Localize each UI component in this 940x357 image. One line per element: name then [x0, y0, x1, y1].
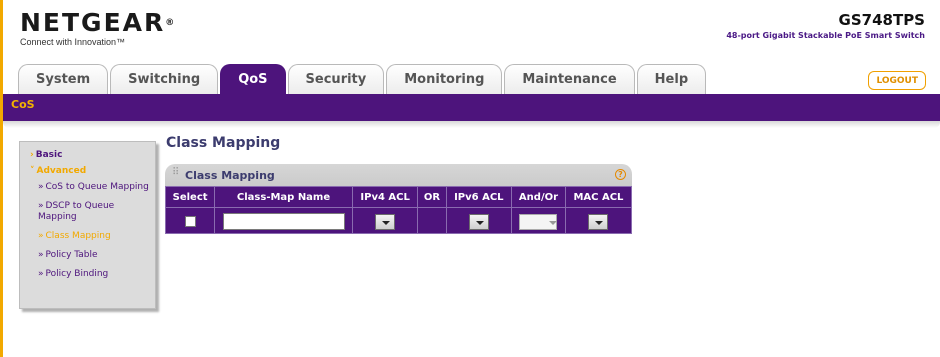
class-map-name-input[interactable]: [222, 213, 345, 230]
panel-title: Class Mapping: [185, 169, 275, 182]
double-chevron-icon: »: [38, 231, 44, 241]
header-ipv6-acl: IPv6 ACL: [445, 186, 513, 208]
double-chevron-icon: »: [38, 250, 44, 260]
header-divider: [3, 121, 940, 128]
sidebar-item-dscp-to-queue-mapping[interactable]: » DSCP to Queue Mapping: [20, 201, 155, 223]
sidebar-item-cos-to-queue-mapping[interactable]: » CoS to Queue Mapping: [20, 182, 155, 193]
ipv6-acl-cell: [445, 207, 513, 234]
tab-help[interactable]: Help: [636, 64, 707, 94]
class-map-name-cell: [214, 207, 353, 234]
sidebar: › Basic ˅ Advanced » CoS to Queue Mapping »…: [19, 141, 156, 309]
sidebar-item-policy-binding[interactable]: » Policy Binding: [20, 269, 155, 280]
header-or: OR: [417, 186, 447, 208]
tab-qos[interactable]: QoS: [220, 64, 286, 94]
sidebar-item-class-mapping[interactable]: » Class Mapping: [20, 231, 155, 242]
sidebar-item-policy-table[interactable]: » Policy Table: [20, 250, 155, 261]
sub-navigation-bar: CoS: [3, 94, 940, 121]
header-mac-acl: MAC ACL: [564, 186, 633, 208]
header-ipv4-acl: IPv4 ACL: [351, 186, 419, 208]
tab-maintenance[interactable]: Maintenance: [504, 64, 635, 94]
brand-tagline: Connect with Innovation™: [20, 37, 126, 47]
brand-name: NETGEAR®: [20, 8, 175, 37]
tab-switching[interactable]: Switching: [110, 64, 219, 94]
model-description: 48-port Gigabit Stackable PoE Smart Swit…: [726, 31, 925, 40]
select-cell: [164, 207, 216, 234]
and-or-select[interactable]: [519, 213, 558, 230]
netgear-logo: NETGEAR® Connect with Innovation™: [20, 8, 175, 48]
model-info: GS748TPS 48-port Gigabit Stackable PoE S…: [726, 11, 925, 40]
table-header-row: Select Class-Map Name IPv4 ACL OR IPv6 A…: [164, 186, 633, 208]
panel-header: ⠿ Class Mapping ?: [165, 164, 632, 186]
or-cell: [417, 207, 447, 234]
mac-acl-cell: [564, 207, 633, 234]
tab-monitoring[interactable]: Monitoring: [386, 64, 503, 94]
help-icon[interactable]: ?: [615, 169, 626, 180]
chevron-down-icon: ˅: [30, 166, 35, 176]
header-select: Select: [164, 186, 216, 208]
ipv6-acl-select[interactable]: [468, 213, 489, 230]
tab-security[interactable]: Security: [287, 64, 385, 94]
header-class-map-name: Class-Map Name: [214, 186, 353, 208]
class-mapping-table: Select Class-Map Name IPv4 ACL OR IPv6 A…: [164, 186, 633, 234]
tab-system[interactable]: System: [18, 64, 109, 94]
class-mapping-panel: ⠿ Class Mapping ? Select Class-Map Name …: [164, 164, 633, 242]
ipv4-acl-cell: [351, 207, 419, 234]
double-chevron-icon: »: [38, 201, 44, 211]
grip-icon: ⠿: [172, 167, 180, 178]
subnav-cos[interactable]: CoS: [11, 98, 35, 111]
ipv4-acl-select[interactable]: [375, 213, 396, 230]
select-checkbox[interactable]: [184, 216, 196, 227]
model-name: GS748TPS: [838, 11, 925, 29]
page-title: Class Mapping: [166, 135, 281, 151]
main-tabs: System Switching QoS Security Monitoring…: [18, 64, 707, 94]
sidebar-item-basic[interactable]: › Basic: [20, 150, 155, 161]
mac-acl-select[interactable]: [588, 213, 609, 230]
double-chevron-icon: »: [38, 182, 44, 192]
chevron-right-icon: ›: [30, 150, 34, 160]
sidebar-item-advanced[interactable]: ˅ Advanced: [20, 166, 155, 177]
table-row: [164, 207, 633, 234]
logout-button[interactable]: LOGOUT: [868, 71, 926, 90]
and-or-cell: [511, 207, 566, 234]
header-and-or: And/Or: [511, 186, 566, 208]
double-chevron-icon: »: [38, 269, 44, 279]
